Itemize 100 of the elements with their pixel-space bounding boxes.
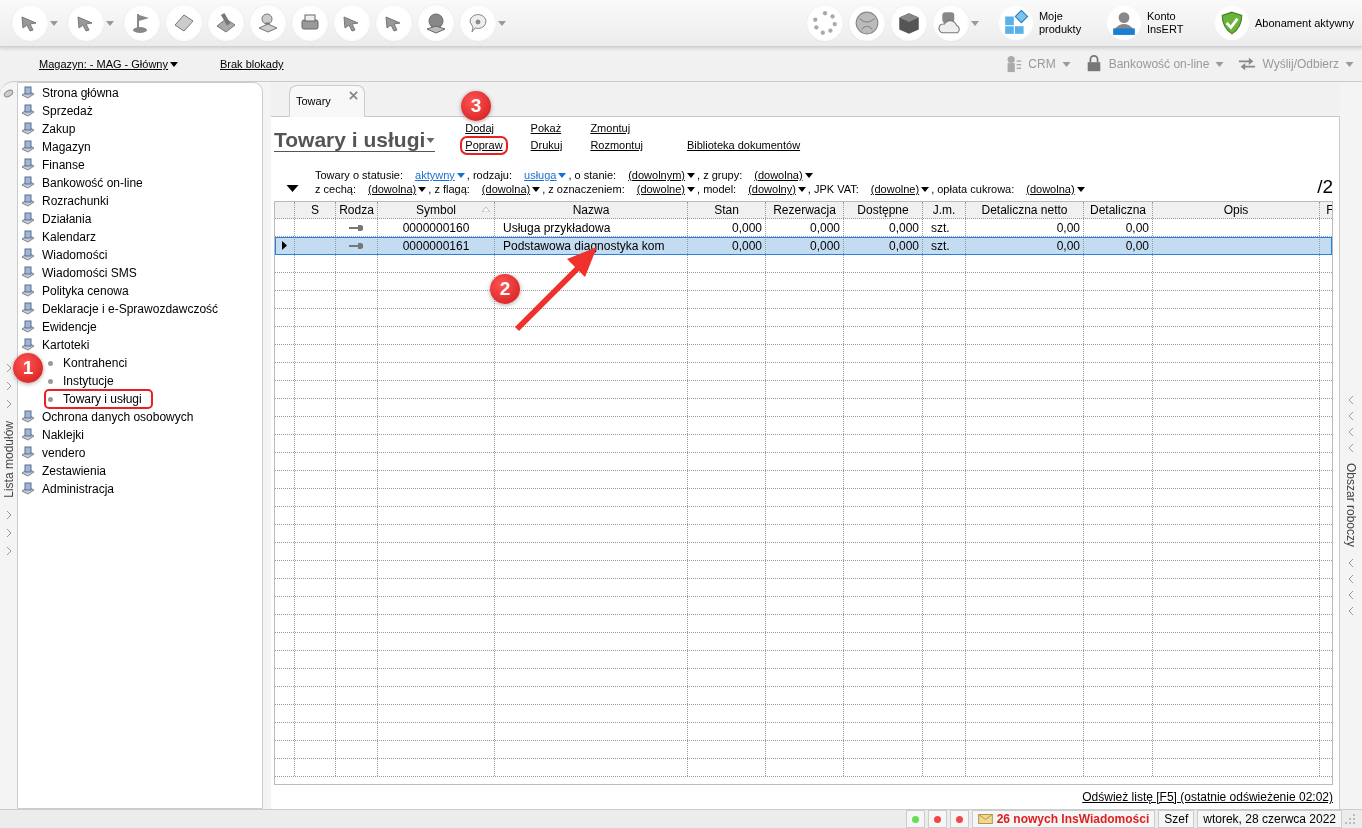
column-header[interactable]: Rezerwacja [766, 202, 844, 218]
lock-link[interactable]: Brak blokady [220, 58, 284, 70]
toolbar-button[interactable] [334, 5, 370, 41]
column-header[interactable]: Dostępne [844, 202, 923, 218]
action-link[interactable]: Rozmontuj [588, 139, 645, 152]
sidebar-item[interactable]: Rozrachunki [18, 192, 262, 210]
toolbar-button[interactable] [890, 5, 927, 41]
toolbar-button[interactable] [292, 5, 328, 41]
sidebar-subitem[interactable]: Instytucje [45, 372, 124, 390]
sidebar-item[interactable]: Kartoteki [18, 336, 262, 354]
sidebar-item[interactable]: Kalendarz [18, 228, 262, 246]
filter-dropdown[interactable]: (dowolne) [870, 183, 930, 195]
filter-dropdown[interactable]: (dowolny) [748, 183, 806, 195]
toolbar-button[interactable] [932, 5, 969, 41]
sidebar-item[interactable]: Zakup [18, 120, 262, 138]
sidebar-item[interactable]: vendero [18, 444, 262, 462]
sidebar-item[interactable]: Sprzedaż [18, 102, 262, 120]
sidebar-item[interactable]: Ewidencje [18, 318, 262, 336]
action-link[interactable]: Zmontuj [588, 122, 645, 135]
chevron-icon[interactable] [5, 509, 12, 520]
toolbar-button[interactable]: Moje produkty [998, 6, 1091, 40]
toolbar-button[interactable] [12, 5, 48, 41]
filter-dropdown[interactable]: (dowolna) [754, 169, 813, 181]
panel-tab[interactable]: Obszar roboczy [1344, 463, 1358, 548]
action-link[interactable]: Biblioteka dokumentów [684, 139, 803, 152]
sidebar-item[interactable]: Działania [18, 210, 262, 228]
column-header[interactable]: Detaliczna [1084, 202, 1153, 218]
filter-dropdown[interactable]: (dowolna) [367, 183, 427, 195]
resize-grip-icon[interactable] [1344, 813, 1356, 825]
table-row[interactable]: 0000000161 Podstawowa diagnostyka kom 0,000 0,000 0,000 szt. 0,00 0,00 [275, 237, 1332, 255]
chevron-icon[interactable] [5, 527, 12, 538]
toolbar-button[interactable]: Konto InsERT [1106, 6, 1199, 40]
chevron-icon[interactable] [1348, 443, 1354, 454]
filter-dropdown[interactable]: usługa [524, 169, 567, 181]
sidebar-subitem[interactable]: Towary i usługi [45, 390, 152, 408]
action-link[interactable]: Drukuj [528, 139, 565, 152]
sidebar-item[interactable]: Administracja [18, 480, 262, 498]
column-header[interactable]: S [295, 202, 336, 218]
caret-icon[interactable] [498, 20, 506, 26]
filter-dropdown[interactable]: (dowolna) [481, 183, 541, 195]
sidebar-item[interactable]: Finanse [18, 156, 262, 174]
brush-icon [214, 11, 238, 35]
action-link[interactable]: Dodaj [463, 122, 505, 135]
column-header[interactable]: Symbol [378, 202, 495, 218]
chevron-icon[interactable] [1348, 573, 1354, 584]
sidebar-item[interactable]: Strona główna [18, 84, 262, 102]
toolbar-button[interactable] [124, 5, 160, 41]
toolbar-button[interactable] [208, 5, 244, 41]
sidebar-item[interactable]: Wiadomości [18, 246, 262, 264]
sidebar-item[interactable]: Ochrona danych osobowych [18, 408, 262, 426]
refresh-link[interactable]: Odśwież listę [F5] (ostatnie odświeżenie 02:02) [1082, 790, 1333, 804]
column-header[interactable]: Opis [1153, 202, 1320, 218]
caret-icon[interactable] [50, 20, 58, 26]
collapse-icon[interactable] [286, 184, 299, 192]
chevron-icon[interactable] [1348, 589, 1354, 600]
chevron-icon[interactable] [1348, 605, 1354, 616]
close-icon[interactable] [348, 91, 358, 100]
user-icon [1110, 10, 1137, 36]
sidebar-item[interactable]: Zestawienia [18, 462, 262, 480]
filter-dropdown[interactable]: (dowolnym) [628, 169, 696, 181]
table-cell: Usługa przykładowa [503, 220, 611, 235]
document-tab[interactable]: Towary [289, 85, 365, 117]
filter-dropdown[interactable]: (dowolna) [1026, 183, 1085, 195]
chevron-icon[interactable] [1348, 557, 1354, 568]
sidebar-subitem[interactable]: Kontrahenci [45, 354, 138, 372]
pin-icon[interactable] [3, 88, 14, 99]
sidebar-item[interactable]: Magazyn [18, 138, 262, 156]
toolbar-button[interactable] [68, 5, 104, 41]
sidebar-item[interactable]: Bankowość on-line [18, 174, 262, 192]
toolbar-button[interactable] [848, 5, 885, 41]
column-header[interactable]: Detaliczna netto [966, 202, 1084, 218]
table-cell: 0,00 [1056, 220, 1080, 235]
action-link[interactable]: Pokaż [528, 122, 565, 135]
column-header[interactable]: Nazwa [495, 202, 688, 218]
toolbar-button[interactable] [418, 5, 454, 41]
chevron-icon[interactable] [5, 545, 12, 556]
filter-dropdown[interactable]: (dowolne) [636, 183, 696, 195]
filter-label: , z oznaczeniem: [542, 183, 625, 195]
sidebar-item[interactable]: Naklejki [18, 426, 262, 444]
chevron-icon[interactable] [1348, 427, 1354, 438]
chevron-icon[interactable] [1348, 395, 1354, 406]
column-header[interactable]: Rodza [336, 202, 378, 218]
filter-dropdown[interactable]: aktywny [415, 169, 465, 181]
page-title[interactable]: Towary i usługi [274, 129, 436, 152]
toolbar-button[interactable] [250, 5, 286, 41]
sidebar-item[interactable]: Deklaracje i e-Sprawozdawczość [18, 300, 262, 318]
warehouse-link[interactable]: Magazyn: - MAG - Główny [39, 58, 178, 70]
column-header[interactable]: Stan [688, 202, 766, 218]
action-link[interactable]: Popraw [463, 139, 505, 152]
caret-icon[interactable] [970, 20, 979, 26]
caret-icon[interactable] [106, 20, 114, 26]
module-icon [20, 481, 36, 497]
column-header[interactable]: J.m. [923, 202, 966, 218]
messages-indicator[interactable]: 26 nowych InsWiadomości [971, 810, 1156, 828]
sidebar-item[interactable]: Polityka cenowa [18, 282, 262, 300]
panel-tab[interactable]: Lista modułów [1, 421, 16, 498]
sidebar-item[interactable]: Wiadomości SMS [18, 264, 262, 282]
chevron-icon[interactable] [1348, 411, 1354, 422]
toolbar-button[interactable] [376, 5, 412, 41]
toolbar-button[interactable]: Abonament aktywny [1214, 6, 1354, 40]
